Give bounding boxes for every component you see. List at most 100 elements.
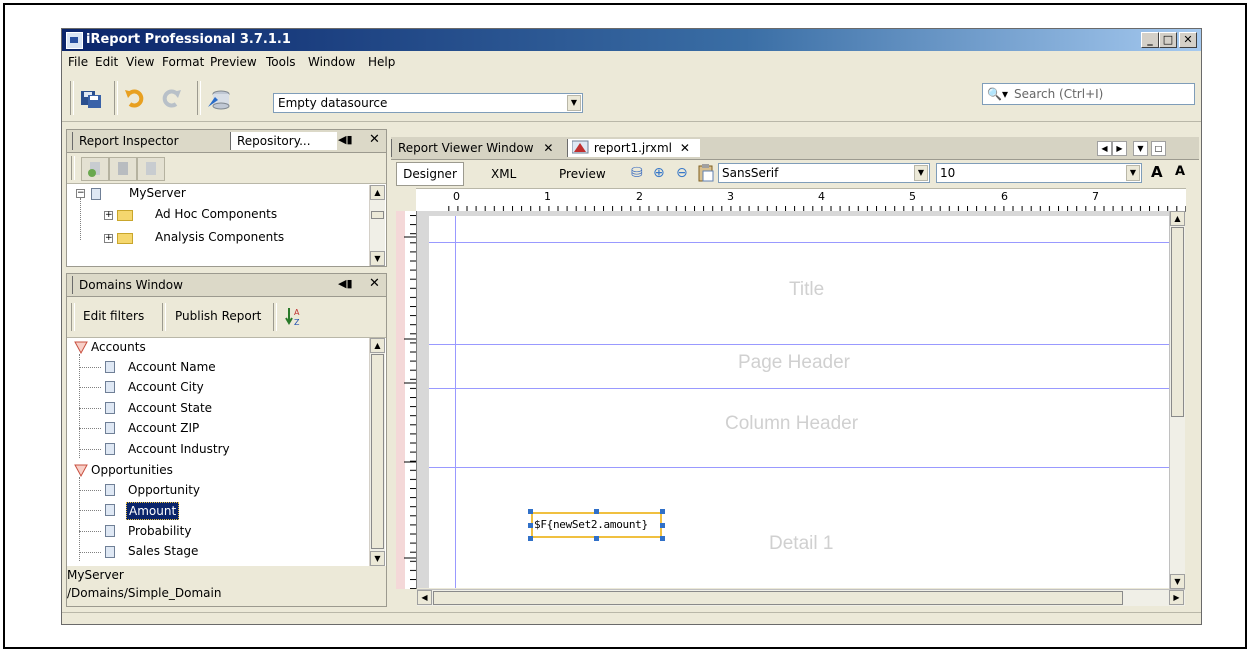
- tree-item-account-industry[interactable]: Account Industry: [128, 442, 230, 456]
- resize-handle[interactable]: [528, 523, 533, 528]
- decrease-font-icon[interactable]: ꓮ: [1175, 164, 1185, 179]
- sort-az-icon[interactable]: AZ: [285, 306, 303, 328]
- scroll-up-icon[interactable]: ▲: [370, 185, 385, 200]
- menu-edit[interactable]: Edit: [95, 55, 118, 69]
- tab-report-viewer[interactable]: Report Viewer Window ✕: [391, 139, 568, 157]
- resize-handle[interactable]: [660, 509, 665, 514]
- scroll-up-icon[interactable]: ▲: [370, 338, 385, 353]
- scroll-right-icon[interactable]: ▶: [1169, 590, 1184, 605]
- query-icon[interactable]: ⛁: [631, 165, 643, 181]
- resize-handle[interactable]: [528, 509, 533, 514]
- close-panel-icon[interactable]: ✕: [369, 276, 380, 291]
- font-size-select[interactable]: 10 ▼: [936, 163, 1142, 183]
- edit-resource-icon[interactable]: [109, 157, 137, 181]
- collapse-icon[interactable]: −: [76, 189, 85, 198]
- search-input[interactable]: 🔍▾ Search (Ctrl+I): [982, 83, 1195, 105]
- tree-group-opportunities[interactable]: Opportunities: [91, 463, 173, 477]
- tree-item-opportunity[interactable]: Opportunity: [128, 483, 200, 497]
- tree-item-adhoc[interactable]: Ad Hoc Components: [155, 207, 277, 221]
- minimize-button[interactable]: _: [1141, 32, 1159, 48]
- maximize-button[interactable]: □: [1159, 32, 1177, 48]
- tree-item-account-state[interactable]: Account State: [128, 401, 212, 415]
- scroll-thumb[interactable]: [433, 591, 1123, 605]
- chevron-down-icon[interactable]: ▼: [1126, 165, 1140, 181]
- resize-handle[interactable]: [660, 523, 665, 528]
- tree-item-myserver[interactable]: MyServer: [129, 186, 186, 200]
- expand-icon[interactable]: +: [104, 211, 113, 220]
- design-canvas[interactable]: Title Page Header Column Header Detail 1…: [417, 211, 1169, 588]
- tree-group-accounts[interactable]: Accounts: [91, 340, 146, 354]
- minimize-panel-icon[interactable]: ◀▮: [338, 277, 353, 290]
- tab-domains-window[interactable]: Domains Window: [72, 276, 229, 294]
- scroll-thumb[interactable]: [1171, 227, 1184, 417]
- scroll-left-icon[interactable]: ◀: [417, 590, 432, 605]
- scroll-down-icon[interactable]: ▼: [370, 551, 385, 566]
- scroll-down-icon[interactable]: ▼: [1170, 574, 1185, 589]
- menu-preview[interactable]: Preview: [210, 55, 257, 69]
- menu-file[interactable]: File: [68, 55, 88, 69]
- domains-scrollbar[interactable]: ▲ ▼: [369, 338, 385, 566]
- chevron-down-icon[interactable]: ▼: [567, 95, 581, 111]
- edit-filters-button[interactable]: Edit filters: [83, 309, 144, 323]
- expand-icon[interactable]: +: [104, 234, 113, 243]
- datasource-select[interactable]: Empty datasource ▼: [273, 93, 583, 113]
- mode-designer-button[interactable]: Designer: [396, 162, 464, 186]
- canvas-hscroll[interactable]: ◀ ▶: [417, 589, 1185, 606]
- delete-resource-icon[interactable]: [137, 157, 165, 181]
- chevron-down-icon[interactable]: ▼: [914, 165, 928, 181]
- tree-item-account-name[interactable]: Account Name: [128, 360, 216, 374]
- scroll-thumb[interactable]: [371, 211, 384, 219]
- resize-handle[interactable]: [660, 536, 665, 541]
- tab-report-inspector[interactable]: Report Inspector: [72, 132, 229, 150]
- paste-format-icon[interactable]: [697, 163, 715, 183]
- menu-window[interactable]: Window: [308, 55, 355, 69]
- tree-item-amount[interactable]: Amount: [126, 502, 180, 520]
- tabs-left-icon[interactable]: ◀: [1097, 141, 1112, 156]
- mode-xml-button[interactable]: XML: [491, 167, 516, 181]
- mode-preview-button[interactable]: Preview: [559, 167, 606, 181]
- undo-icon[interactable]: [124, 87, 146, 109]
- tabs-menu-icon[interactable]: ▼: [1133, 141, 1148, 156]
- canvas-vscroll[interactable]: ▲ ▼: [1169, 211, 1185, 589]
- close-tab-icon[interactable]: ✕: [680, 141, 690, 155]
- datasource-icon[interactable]: [207, 87, 230, 110]
- close-tab-icon[interactable]: ✕: [543, 141, 553, 155]
- zoom-in-icon[interactable]: ⊕: [653, 165, 665, 181]
- band-detail[interactable]: Detail 1: [769, 533, 833, 555]
- tree-item-account-city[interactable]: Account City: [128, 380, 204, 394]
- close-button[interactable]: ✕: [1179, 32, 1197, 48]
- resize-handle[interactable]: [594, 509, 599, 514]
- menu-view[interactable]: View: [126, 55, 154, 69]
- font-family-select[interactable]: SansSerif ▼: [718, 163, 930, 183]
- menu-tools[interactable]: Tools: [266, 55, 296, 69]
- save-icon[interactable]: [80, 87, 102, 109]
- menu-format[interactable]: Format: [162, 55, 204, 69]
- publish-report-button[interactable]: Publish Report: [175, 309, 261, 323]
- tab-report1[interactable]: report1.jrxml ✕: [567, 139, 700, 157]
- scroll-down-icon[interactable]: ▼: [370, 251, 385, 266]
- increase-font-icon[interactable]: ꓮ: [1151, 163, 1163, 181]
- zoom-out-icon[interactable]: ⊖: [676, 165, 688, 181]
- redo-icon[interactable]: [160, 87, 182, 109]
- resize-handle[interactable]: [594, 536, 599, 541]
- tabs-right-icon[interactable]: ▶: [1112, 141, 1127, 156]
- repository-scrollbar[interactable]: ▲ ▼: [369, 185, 385, 266]
- scroll-up-icon[interactable]: ▲: [1170, 211, 1185, 226]
- tree-item-probability[interactable]: Probability: [128, 524, 191, 538]
- resize-handle[interactable]: [528, 536, 533, 541]
- band-column-header[interactable]: Column Header: [725, 413, 858, 435]
- tab-repository[interactable]: Repository...: [230, 132, 337, 150]
- band-title[interactable]: Title: [789, 279, 824, 301]
- close-panel-icon[interactable]: ✕: [369, 132, 380, 147]
- add-resource-icon[interactable]: [81, 157, 109, 181]
- tree-item-account-zip[interactable]: Account ZIP: [128, 421, 199, 435]
- band-page-header[interactable]: Page Header: [738, 352, 850, 374]
- amount-text-field[interactable]: $F{newSet2.amount}: [531, 512, 662, 538]
- menu-help[interactable]: Help: [368, 55, 395, 69]
- maximize-editor-icon[interactable]: □: [1151, 141, 1166, 156]
- minimize-panel-icon[interactable]: ◀▮: [338, 133, 353, 146]
- tree-item-analysis[interactable]: Analysis Components: [155, 230, 284, 244]
- scroll-thumb[interactable]: [371, 354, 384, 549]
- tree-item-sales-stage[interactable]: Sales Stage: [128, 544, 198, 558]
- search-icon[interactable]: 🔍▾: [987, 87, 1008, 101]
